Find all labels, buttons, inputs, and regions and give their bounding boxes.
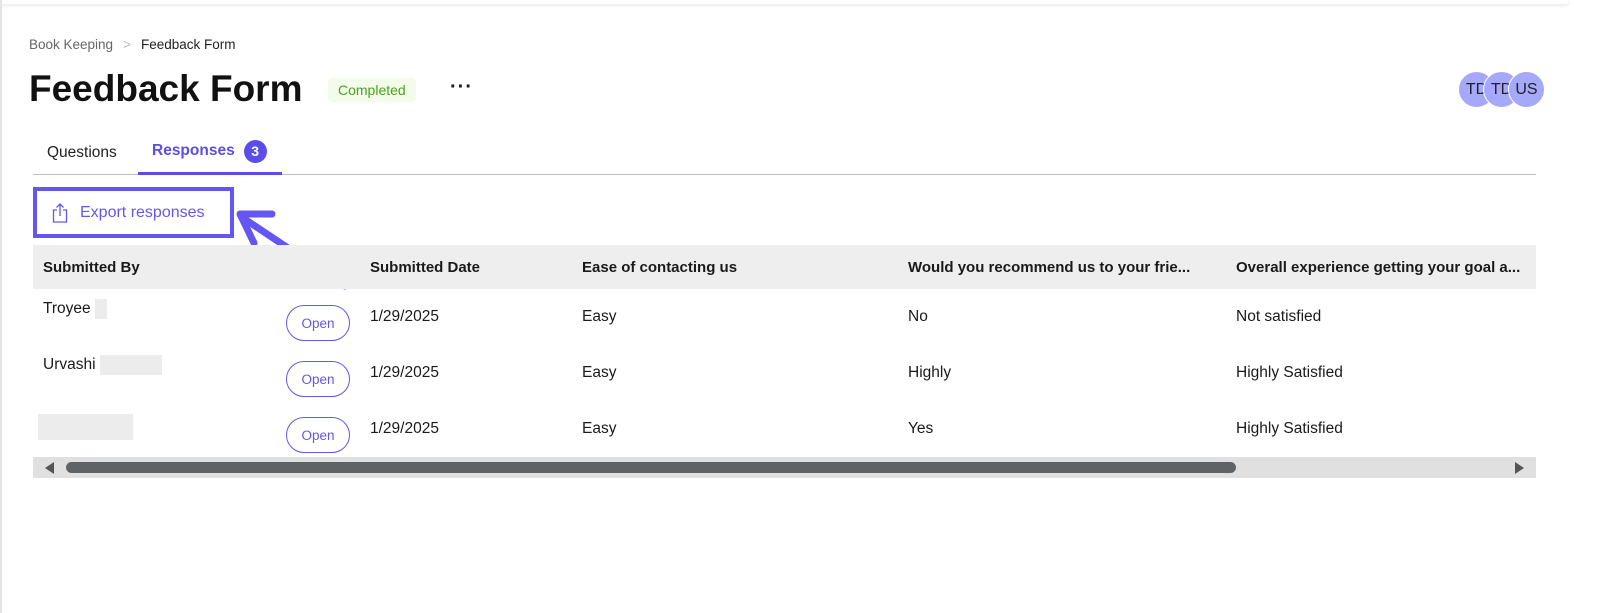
submitter-name: Urvashi: [43, 356, 96, 374]
open-response-button[interactable]: Open: [286, 417, 350, 453]
column-header[interactable]: Overall experience getting your goal a..…: [1226, 245, 1536, 289]
avatar[interactable]: US: [1508, 71, 1545, 108]
overall-answer: Highly Satisfied: [1236, 364, 1343, 381]
recommend-answer: Yes: [908, 420, 934, 437]
scroll-right-arrow-icon[interactable]: [1515, 462, 1524, 474]
redacted-text: [94, 299, 107, 319]
overall-answer: Highly Satisfied: [1236, 420, 1343, 437]
open-response-button[interactable]: Open: [286, 305, 350, 341]
column-header[interactable]: Would you recommend us to your frie...: [898, 245, 1226, 289]
submitted-date: 1/29/2025: [370, 420, 439, 437]
redacted-name: [38, 414, 133, 440]
more-options-button[interactable]: ···: [450, 76, 473, 99]
table-row: Open 1/29/2025 Easy Yes Highly Satisfied: [33, 401, 1536, 457]
ease-answer: Easy: [582, 420, 617, 437]
table-row: Urvashi Open 1/29/2025 Easy Highly Highl…: [33, 345, 1536, 401]
ease-answer: Easy: [582, 364, 617, 381]
column-header[interactable]: Ease of contacting us: [572, 245, 898, 289]
submitted-date: 1/29/2025: [370, 364, 439, 381]
overall-answer: Not satisfied: [1236, 308, 1322, 325]
ease-answer: Easy: [582, 308, 617, 325]
open-response-button[interactable]: Open: [286, 361, 350, 397]
redacted-text: [99, 355, 162, 375]
submitter-name: Troyee: [43, 300, 91, 318]
table-row: Troyee Open 1/29/2025 Easy No Not satisf…: [33, 289, 1536, 345]
column-header[interactable]: Submitted By: [33, 245, 360, 289]
recommend-answer: No: [908, 308, 928, 325]
responses-table: Submitted By Submitted Date Ease of cont…: [33, 245, 1536, 457]
table-header-row: Submitted By Submitted Date Ease of cont…: [33, 245, 1536, 289]
column-header[interactable]: Submitted Date: [360, 245, 572, 289]
recommend-answer: Highly: [908, 364, 952, 381]
avatar-group: TD TD US: [1458, 71, 1545, 108]
scrollbar-thumb[interactable]: [66, 462, 1236, 473]
submitted-date: 1/29/2025: [370, 308, 439, 325]
horizontal-scrollbar[interactable]: [33, 457, 1536, 478]
scroll-left-arrow-icon[interactable]: [45, 462, 54, 474]
